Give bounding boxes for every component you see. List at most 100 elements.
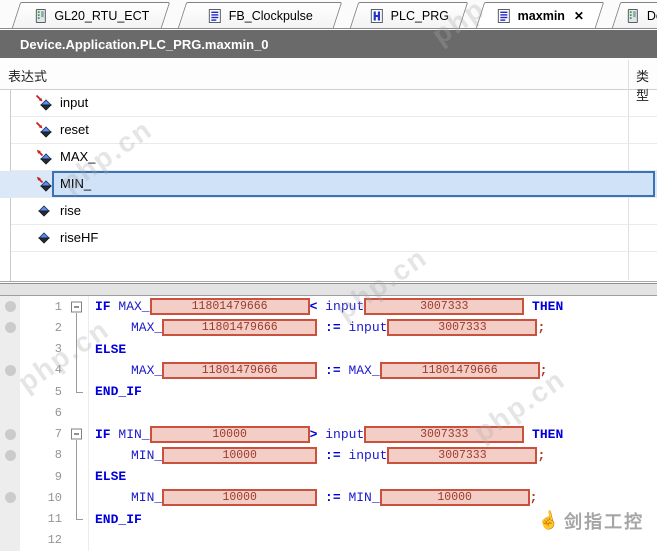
code-identifier: MAX_ bbox=[118, 299, 149, 314]
monitored-value-box[interactable]: 3007333 bbox=[364, 298, 524, 315]
watermark-logo: ☝ 剑指工控 bbox=[538, 508, 644, 534]
code-text: END_IF bbox=[89, 512, 142, 527]
var-local-icon bbox=[35, 229, 53, 247]
code-keyword: IF bbox=[95, 427, 118, 442]
breakpoint-margin[interactable] bbox=[0, 402, 20, 423]
code-text: MAX_11801479666 := input3007333; bbox=[89, 319, 545, 336]
tab-gl20_rtu_ect[interactable]: GL20_RTU_ECT bbox=[12, 2, 170, 28]
code-identifier: MIN_ bbox=[118, 427, 149, 442]
code-operator: < bbox=[310, 299, 318, 314]
tab-label: maxmin bbox=[518, 9, 565, 23]
tab-label: PLC_PRG bbox=[391, 9, 449, 23]
column-header-expression[interactable]: 表达式 bbox=[8, 66, 47, 85]
fold-line bbox=[76, 509, 77, 520]
pointing-hand-icon: ☝ bbox=[536, 509, 561, 533]
breakpoint-slot-dot bbox=[5, 492, 16, 503]
code-line-5[interactable]: 5 END_IF bbox=[0, 381, 657, 402]
variable-row-input[interactable]: input bbox=[0, 90, 657, 117]
breakpoint-slot-dot bbox=[5, 301, 16, 312]
variable-row-min_[interactable]: MIN_ bbox=[0, 171, 657, 198]
fold-collapse-button[interactable] bbox=[71, 429, 82, 440]
monitored-value-box[interactable]: 10000 bbox=[162, 447, 317, 464]
line-number: 1 bbox=[20, 300, 66, 314]
monitored-value-box[interactable]: 3007333 bbox=[387, 447, 537, 464]
code-line-9[interactable]: 9ELSE bbox=[0, 466, 657, 487]
code-text: IF MIN_10000> input3007333 THEN bbox=[89, 426, 563, 443]
breakpoint-margin[interactable] bbox=[0, 339, 20, 360]
monitored-value-box[interactable]: 10000 bbox=[162, 489, 317, 506]
fold-line bbox=[76, 445, 77, 466]
code-identifier: input bbox=[317, 299, 364, 314]
code-line-4[interactable]: 4MAX_11801479666 := MAX_11801479666; bbox=[0, 360, 657, 381]
code-line-8[interactable]: 8 MIN_10000 := input3007333; bbox=[0, 445, 657, 466]
var-input-icon bbox=[35, 121, 53, 139]
code-line-3[interactable]: 3ELSE bbox=[0, 339, 657, 360]
breakpoint-margin[interactable] bbox=[0, 424, 20, 445]
code-semicolon: ; bbox=[540, 363, 548, 378]
monitored-value-box[interactable]: 11801479666 bbox=[162, 319, 317, 336]
monitored-value-box[interactable]: 11801479666 bbox=[380, 362, 540, 379]
breakpoint-margin[interactable] bbox=[0, 487, 20, 508]
code-operator: := bbox=[317, 490, 348, 505]
breakpoint-margin[interactable] bbox=[0, 317, 20, 338]
code-text: MIN_10000 := input3007333; bbox=[89, 447, 545, 464]
fold-margin bbox=[66, 424, 89, 445]
breakpoint-margin[interactable] bbox=[0, 445, 20, 466]
tab-label: FB_Clockpulse bbox=[229, 9, 313, 23]
monitored-value-box[interactable]: 11801479666 bbox=[162, 362, 317, 379]
watermark-logo-text: 剑指工控 bbox=[564, 508, 644, 534]
tab-fb_clockpulse[interactable]: FB_Clockpulse bbox=[178, 2, 342, 28]
tab-plc_prg[interactable]: PLC_PRG bbox=[350, 2, 468, 28]
breakpoint-margin[interactable] bbox=[0, 296, 20, 317]
pane-splitter[interactable] bbox=[0, 283, 657, 296]
close-icon[interactable]: ✕ bbox=[574, 9, 584, 23]
variable-row-rise[interactable]: rise bbox=[0, 198, 657, 225]
code-identifier: input bbox=[348, 320, 387, 335]
declaration-header: 表达式 类型 bbox=[0, 58, 657, 90]
variable-row-reset[interactable]: reset bbox=[0, 117, 657, 144]
code-line-6[interactable]: 6 bbox=[0, 402, 657, 423]
code-keyword: ELSE bbox=[95, 469, 126, 484]
code-line-10[interactable]: 10MIN_10000 := MIN_10000; bbox=[0, 487, 657, 508]
monitored-value-box[interactable]: 10000 bbox=[150, 426, 310, 443]
fold-margin bbox=[66, 530, 89, 551]
monitored-value-box[interactable]: 3007333 bbox=[364, 426, 524, 443]
tab-de[interactable]: De bbox=[612, 2, 657, 28]
monitored-value-box[interactable]: 3007333 bbox=[387, 319, 537, 336]
code-keyword: END_IF bbox=[95, 384, 142, 399]
variable-name: rise bbox=[60, 203, 81, 218]
instance-path-bar: Device.Application.PLC_PRG.maxmin_0 bbox=[0, 30, 657, 58]
breakpoint-margin[interactable] bbox=[0, 530, 20, 551]
breakpoint-margin[interactable] bbox=[0, 466, 20, 487]
fold-collapse-button[interactable] bbox=[71, 301, 82, 312]
line-number: 7 bbox=[20, 427, 66, 441]
code-line-2[interactable]: 2MAX_11801479666 := input3007333; bbox=[0, 317, 657, 338]
breakpoint-slot-dot bbox=[5, 365, 16, 376]
code-semicolon: ; bbox=[530, 490, 538, 505]
line-number: 11 bbox=[20, 512, 66, 526]
monitored-value-box[interactable]: 10000 bbox=[380, 489, 530, 506]
tab-maxmin[interactable]: maxmin ✕ bbox=[476, 2, 604, 28]
monitored-value-box[interactable]: 11801479666 bbox=[150, 298, 310, 315]
fold-margin bbox=[66, 339, 89, 360]
code-operator: := bbox=[317, 448, 348, 463]
variable-list: inputresetMAX_MIN_rise riseHF bbox=[0, 90, 657, 252]
line-number: 5 bbox=[20, 385, 66, 399]
variable-row-max_[interactable]: MAX_ bbox=[0, 144, 657, 171]
code-line-7[interactable]: 7 IF MIN_10000> input3007333 THEN bbox=[0, 424, 657, 445]
fold-line-end bbox=[76, 519, 83, 520]
code-line-1[interactable]: 1IF MAX_11801479666< input3007333 THEN bbox=[0, 296, 657, 317]
pou-icon bbox=[207, 8, 223, 24]
declaration-pane: 表达式 类型 inputresetMAX_MIN_rise riseHF bbox=[0, 58, 657, 282]
device-icon bbox=[625, 8, 641, 24]
variable-row-risehf[interactable]: riseHF bbox=[0, 225, 657, 252]
breakpoint-slot-dot bbox=[5, 429, 16, 440]
fold-margin bbox=[66, 296, 89, 317]
line-number: 8 bbox=[20, 448, 66, 462]
fold-margin bbox=[66, 402, 89, 423]
code-text: MAX_11801479666 := MAX_11801479666; bbox=[89, 362, 547, 379]
breakpoint-margin[interactable] bbox=[0, 381, 20, 402]
breakpoint-margin[interactable] bbox=[0, 509, 20, 530]
line-number: 12 bbox=[20, 533, 66, 547]
breakpoint-margin[interactable] bbox=[0, 360, 20, 381]
